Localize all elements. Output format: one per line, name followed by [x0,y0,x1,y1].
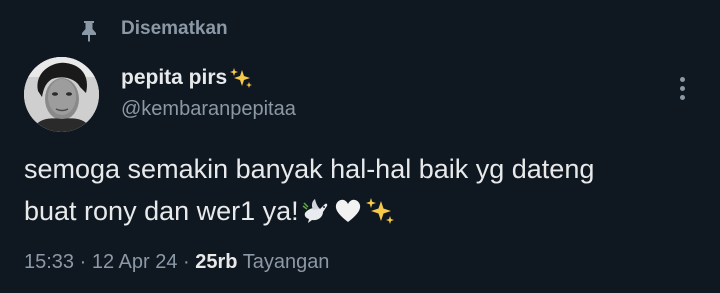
sparkles-emoji [230,68,253,88]
display-name-text: pepita pirs [121,66,228,89]
meta-separator: · [74,251,92,273]
tweet-time[interactable]: 15:33 [24,251,74,273]
pin-icon [82,21,96,42]
tweet-date[interactable]: 12 Apr 24 [92,251,178,273]
more-vertical-icon [679,76,685,82]
author-handle[interactable]: @kembaranpepitaa [121,98,296,121]
tweet-line-2: buat rony dan wer1 ya! [24,190,694,232]
tweet-line-1: semoga semakin banyak hal-hal baik yg da… [24,154,595,184]
tweet-line-2-text: buat rony dan wer1 ya! [24,196,299,226]
white-heart-emoji [335,199,360,222]
more-dot [679,85,685,91]
more-options-button[interactable] [666,70,698,106]
author-display-name[interactable]: pepita pirs [121,66,253,90]
dove-emoji [302,199,327,223]
meta-separator: · [177,251,196,273]
avatar-photo [24,57,99,132]
views-count[interactable]: 25rb [195,251,237,273]
pinned-label: Disematkan [121,18,228,39]
sparkles-emoji [365,198,394,224]
avatar[interactable] [24,57,99,132]
tweet-meta: 15:33 · 12 Apr 24 · 25rb Tayangan [24,251,329,274]
views-label: Tayangan [237,251,330,273]
more-dot [679,94,685,100]
tweet-text: semoga semakin banyak hal-hal baik yg da… [24,148,694,232]
